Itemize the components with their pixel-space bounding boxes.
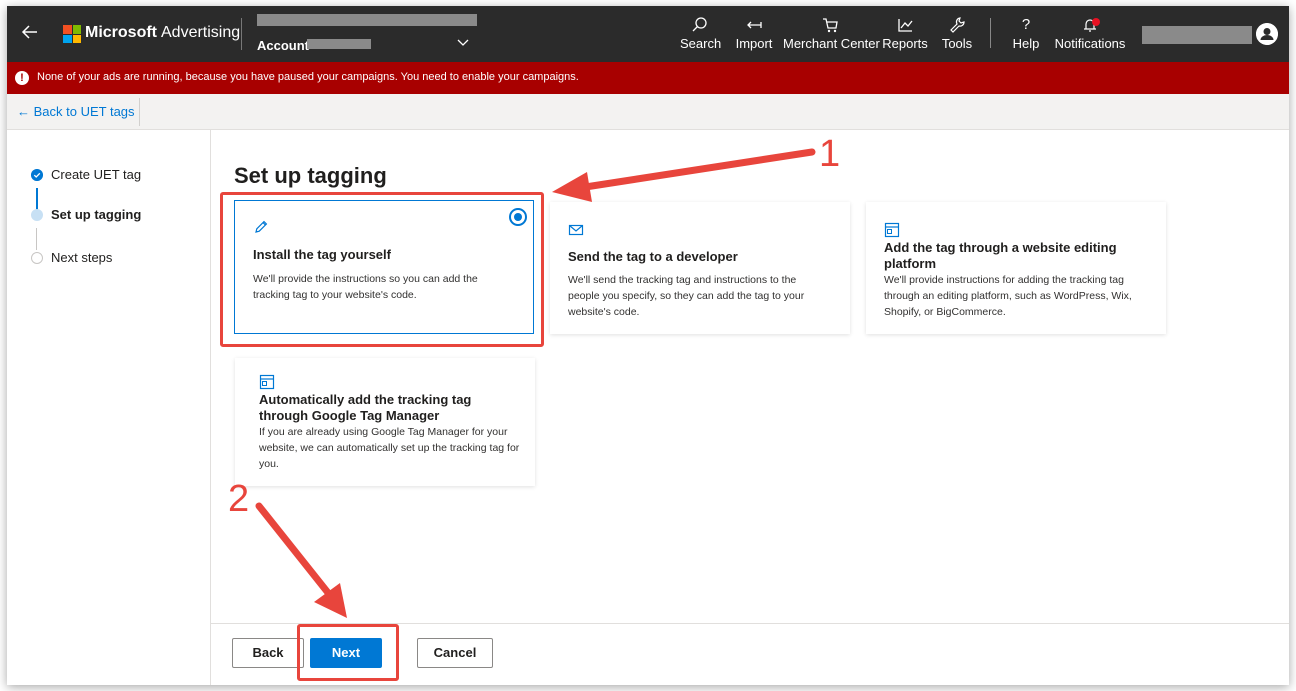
annotation-marker: 2 bbox=[228, 478, 250, 520]
app-window: Microsoft Advertising Account Search Impo… bbox=[7, 6, 1289, 685]
option-description: We'll send the tracking tag and instruct… bbox=[568, 274, 805, 318]
chart-icon bbox=[898, 19, 913, 32]
option-title: Automatically add the tracking tag throu… bbox=[259, 392, 472, 423]
nav-label: Notifications bbox=[1054, 36, 1126, 51]
back-button[interactable]: Back bbox=[232, 638, 304, 668]
redacted-account-name bbox=[257, 14, 477, 26]
search-icon bbox=[692, 17, 707, 32]
step-label: Next steps bbox=[51, 250, 113, 265]
brand[interactable]: Microsoft Advertising bbox=[85, 24, 240, 42]
option-title: Add the tag through a website editing pl… bbox=[884, 240, 1117, 271]
option-google-tag-manager[interactable]: Automatically add the tracking tag throu… bbox=[235, 358, 535, 486]
account-label[interactable]: Account bbox=[257, 38, 309, 53]
option-title: Send the tag to a developer bbox=[568, 249, 738, 264]
annotation-highlight-box bbox=[220, 192, 544, 347]
nav-label: Help bbox=[1012, 36, 1040, 51]
nav-reports[interactable]: Reports bbox=[880, 16, 930, 56]
nav-label: Reports bbox=[882, 36, 928, 51]
nav-label: Tools bbox=[941, 36, 973, 51]
notification-badge bbox=[1092, 18, 1100, 26]
mail-icon bbox=[568, 224, 584, 236]
annotation-marker: 1 bbox=[819, 133, 841, 175]
nav-notifications[interactable]: Notifications bbox=[1054, 16, 1126, 56]
back-bar: ← Back to UET tags bbox=[7, 94, 1289, 130]
nav-label: Merchant Center bbox=[783, 36, 880, 51]
annotation-highlight-box bbox=[297, 624, 399, 681]
help-icon: ? bbox=[1021, 16, 1031, 33]
nav-search[interactable]: Search bbox=[680, 16, 722, 56]
brand-product: Advertising bbox=[161, 24, 241, 41]
nav-help[interactable]: ? Help bbox=[1010, 16, 1042, 56]
upcoming-step-dot-icon bbox=[31, 252, 43, 264]
browser-window-icon bbox=[884, 222, 900, 238]
avatar-icon[interactable] bbox=[1256, 23, 1278, 45]
option-website-editing-platform[interactable]: Add the tag through a website editing pl… bbox=[866, 202, 1166, 334]
current-step-dot-icon bbox=[31, 209, 43, 221]
header-divider bbox=[241, 18, 242, 50]
nav-import[interactable]: Import bbox=[733, 16, 775, 56]
chevron-down-icon[interactable] bbox=[457, 38, 469, 48]
option-description: If you are already using Google Tag Mana… bbox=[259, 426, 520, 470]
option-description: We'll provide instructions for adding th… bbox=[884, 274, 1132, 318]
nav-merchant-center[interactable]: Merchant Center bbox=[783, 16, 880, 56]
redacted-account-id bbox=[307, 39, 371, 49]
page-title: Set up tagging bbox=[234, 163, 387, 188]
back-arrow-icon[interactable] bbox=[19, 21, 41, 43]
step-label: Create UET tag bbox=[51, 167, 142, 182]
step-connector bbox=[36, 228, 37, 250]
warning-banner: ! None of your ads are running, because … bbox=[7, 62, 1289, 94]
step-label: Set up tagging bbox=[51, 207, 142, 222]
back-to-uet-tags-link[interactable]: ← Back to UET tags bbox=[17, 104, 135, 119]
import-icon bbox=[747, 21, 762, 29]
warning-icon: ! bbox=[15, 71, 29, 85]
option-send-to-developer[interactable]: Send the tag to a developer We'll send t… bbox=[550, 202, 850, 334]
nav-label: Import bbox=[735, 36, 773, 51]
top-header: Microsoft Advertising Account Search Impo… bbox=[7, 6, 1289, 62]
redacted-user-name bbox=[1142, 26, 1252, 44]
annotation-arrow-icon bbox=[552, 148, 816, 202]
microsoft-logo-icon bbox=[63, 25, 81, 43]
header-divider bbox=[990, 18, 991, 48]
wrench-icon bbox=[950, 17, 965, 33]
nav-label: Search bbox=[680, 36, 722, 51]
cancel-button[interactable]: Cancel bbox=[417, 638, 493, 668]
divider bbox=[139, 98, 140, 126]
browser-window-icon bbox=[259, 374, 275, 390]
check-circle-icon bbox=[31, 169, 43, 181]
nav-tools[interactable]: Tools bbox=[939, 16, 975, 56]
brand-name: Microsoft bbox=[85, 24, 157, 41]
annotation-arrow-icon bbox=[255, 502, 347, 618]
banner-text: None of your ads are running, because yo… bbox=[37, 71, 579, 83]
cart-icon bbox=[823, 18, 838, 33]
